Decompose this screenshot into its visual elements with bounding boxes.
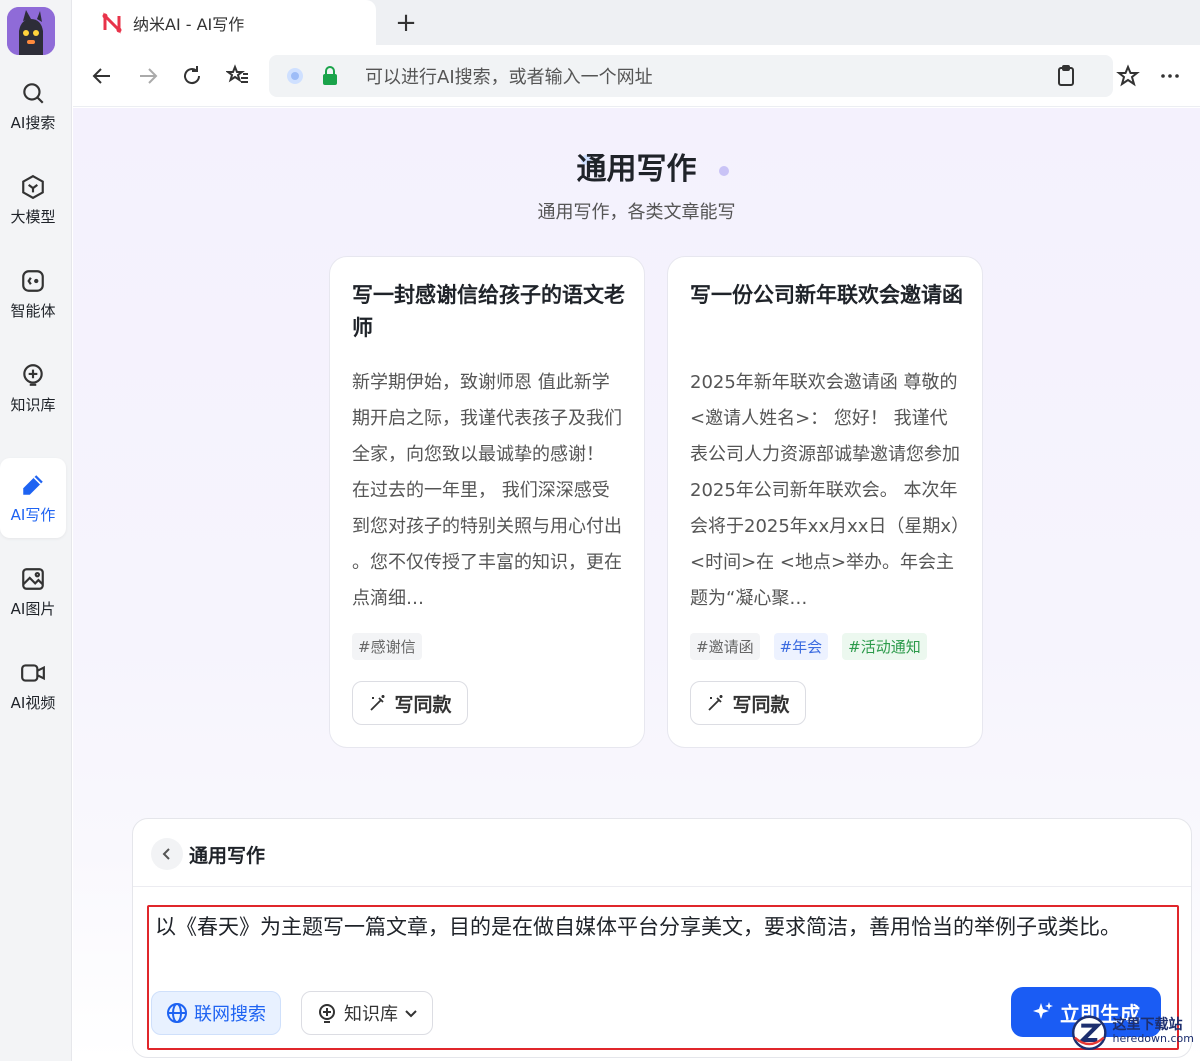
sidebar-item-label: 知识库	[10, 395, 56, 414]
template-card[interactable]: 写一份公司新年联欢会邀请函 2025年新年联欢会邀请函 尊敬的<邀请人姓名>： …	[667, 256, 983, 748]
sidebar-item-ai-writing[interactable]: AI写作	[0, 458, 66, 538]
site-icon	[287, 68, 303, 84]
watermark-en: heredown.com	[1112, 1032, 1194, 1045]
sidebar-item-ai-video[interactable]: AI视频	[0, 646, 66, 726]
prompt-text[interactable]: 以《春天》为主题写一篇文章，目的是在做自媒体平台分享美文，要求简洁，善用恰当的举…	[155, 911, 1155, 943]
tag: #邀请函	[690, 633, 760, 660]
tag: #活动通知	[842, 633, 927, 660]
knowledge-base-label: 知识库	[344, 1004, 398, 1025]
template-card[interactable]: 写一封感谢信给孩子的语文老师 新学期伊始，致谢师恩 值此新学期开启之际，我谨代表…	[329, 256, 645, 748]
browser-tab[interactable]: 纳米AI - AI写作	[73, 0, 376, 45]
image-icon	[22, 567, 44, 590]
watermark-cn: 这里下载站	[1112, 1017, 1183, 1033]
back-button[interactable]	[85, 59, 119, 93]
search-icon	[23, 82, 44, 104]
sidebar-item-knowledge[interactable]: 知识库	[0, 348, 66, 428]
address-input[interactable]: 可以进行AI搜索，或者输入一个网址	[365, 63, 653, 89]
sidebar-item-label: AI搜索	[10, 113, 56, 132]
sidebar-item-ai-image[interactable]: AI图片	[0, 552, 66, 632]
globe-icon	[167, 1003, 187, 1023]
sidebar-item-agents[interactable]: 智能体	[0, 254, 66, 334]
site-watermark: 这里下载站 heredown.com	[1070, 1007, 1194, 1057]
sidebar-item-label: AI视频	[10, 693, 56, 712]
web-search-label: 联网搜索	[194, 1004, 266, 1025]
robot-logo-icon	[7, 7, 55, 55]
arrow-right-icon	[140, 68, 158, 84]
knowledge-base-dropdown[interactable]: 知识库	[301, 991, 433, 1035]
main-content: 通用写作 通用写作，各类文章能写 写一封感谢信给孩子的语文老师 新学期伊始，致谢…	[73, 108, 1200, 1061]
card-tags: #邀请函 #年会 #活动通知	[690, 633, 927, 660]
sparkle-icon	[1033, 1002, 1053, 1019]
pen-icon	[23, 474, 43, 495]
star-list-icon	[226, 64, 248, 83]
sidebar-item-label: 智能体	[10, 301, 56, 320]
prompt-composer: 通用写作 以《春天》为主题写一篇文章，目的是在做自媒体平台分享美文，要求简洁，善…	[132, 818, 1192, 1058]
tag: #年会	[773, 633, 829, 660]
app-sidebar: AI搜索 大模型 智能体 知识库 AI写作 AI图片 AI视频	[0, 0, 72, 1061]
composer-header: 通用写作	[133, 819, 1191, 887]
reload-icon	[184, 66, 201, 85]
star-icon	[1116, 64, 1140, 87]
cube-icon	[22, 174, 44, 199]
bulb-icon	[23, 363, 43, 386]
bookmark-button[interactable]	[1111, 59, 1145, 93]
video-icon	[21, 663, 45, 682]
web-search-toggle[interactable]: 联网搜索	[151, 991, 281, 1035]
page-title: 通用写作	[576, 152, 697, 187]
write-same-button[interactable]: 写同款	[690, 681, 806, 725]
browser-toolbar: 可以进行AI搜索，或者输入一个网址	[73, 45, 1200, 107]
more-menu-button[interactable]	[1153, 59, 1187, 93]
favorites-list-button[interactable]	[221, 59, 255, 93]
magic-pen-icon	[708, 695, 723, 711]
chevron-left-icon	[162, 848, 170, 860]
write-same-button[interactable]: 写同款	[352, 681, 468, 725]
sidebar-item-label: AI图片	[10, 599, 56, 618]
composer-back-button[interactable]	[151, 838, 183, 870]
tab-title: 纳米AI - AI写作	[133, 14, 245, 34]
card-title: 写一封感谢信给孩子的语文老师	[352, 283, 625, 340]
write-same-label: 写同款	[394, 693, 452, 716]
card-tags: #感谢信	[352, 633, 422, 660]
app-logo[interactable]	[7, 7, 55, 55]
card-preview: 2025年新年联欢会邀请函 尊敬的<邀请人姓名>： 您好！ 我谨代表公司人力资源…	[690, 372, 961, 609]
tag: #感谢信	[352, 633, 422, 660]
composer-title: 通用写作	[189, 845, 266, 867]
clipboard-icon	[1058, 65, 1074, 86]
sidebar-item-ai-search[interactable]: AI搜索	[0, 66, 66, 146]
more-dots-icon	[1161, 74, 1179, 78]
sidebar-item-models[interactable]: 大模型	[0, 160, 66, 240]
prompt-input-area[interactable]: 以《春天》为主题写一篇文章，目的是在做自媒体平台分享美文，要求简洁，善用恰当的举…	[147, 905, 1179, 1050]
browser-tabbar: 纳米AI - AI写作 +	[73, 0, 1200, 45]
magic-pen-icon	[370, 695, 385, 711]
bulb-icon	[319, 1004, 335, 1023]
write-same-label: 写同款	[732, 693, 790, 716]
forward-button[interactable]	[131, 59, 165, 93]
arrow-left-icon	[92, 68, 110, 84]
chevron-down-icon	[405, 1010, 417, 1018]
clipboard-button[interactable]	[1049, 59, 1083, 93]
lock-icon	[323, 66, 337, 85]
watermark-text: 这里下载站 heredown.com	[1113, 1018, 1194, 1046]
sidebar-item-label: 大模型	[10, 207, 56, 226]
agent-icon	[22, 269, 44, 292]
reload-button[interactable]	[175, 59, 209, 93]
page-subtitle: 通用写作，各类文章能写	[537, 202, 736, 223]
card-title: 写一份公司新年联欢会邀请函	[690, 283, 963, 307]
sidebar-item-label: AI写作	[10, 505, 56, 524]
nano-ai-favicon-icon	[102, 11, 122, 34]
new-tab-button[interactable]: +	[391, 8, 421, 38]
watermark-logo-icon	[1072, 1015, 1107, 1051]
card-preview: 新学期伊始，致谢师恩 值此新学期开启之际，我谨代表孩子及我们全家，向您致以最诚挚…	[352, 372, 622, 609]
address-bar[interactable]: 可以进行AI搜索，或者输入一个网址	[269, 55, 1113, 97]
